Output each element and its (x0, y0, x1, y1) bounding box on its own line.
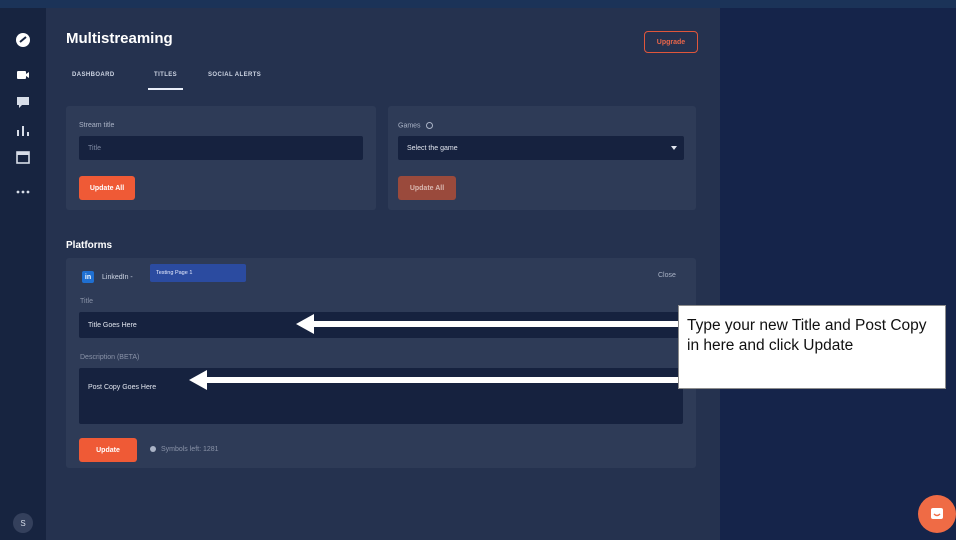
tab-social-alerts[interactable]: SOCIAL ALERTS (208, 70, 261, 90)
platforms-heading: Platforms (66, 240, 113, 251)
info-icon (150, 446, 156, 453)
symbols-left-text: Symbols left: 1281 (160, 446, 219, 453)
tab-titles[interactable]: TITLES (148, 70, 184, 90)
game-select[interactable]: Select the game (398, 136, 684, 160)
arrow-head-description (189, 370, 207, 390)
chat-bubble-icon (931, 508, 943, 519)
games-label-text: Games (398, 122, 421, 130)
stream-title-input[interactable]: Title (79, 136, 363, 160)
video-icon[interactable] (13, 65, 33, 85)
avatar-initial: S (20, 518, 26, 528)
update-button[interactable]: Update (79, 438, 137, 462)
stream-title-label: Stream title (79, 122, 115, 129)
stream-update-all-button[interactable]: Update All (79, 176, 135, 200)
title-field-label: Title (80, 298, 93, 305)
games-update-all-button[interactable]: Update All (398, 176, 456, 200)
page-title: Multistreaming (66, 30, 173, 47)
more-icon[interactable] (13, 182, 33, 202)
chart-icon[interactable] (13, 120, 33, 140)
help-icon (425, 122, 433, 129)
page-select-chip[interactable]: Testing Page 1 (150, 264, 246, 282)
game-select-value: Select the game (407, 144, 458, 152)
arrow-to-description (206, 377, 679, 383)
description-field-label: Description (BETA) (80, 354, 140, 361)
top-bar (0, 0, 956, 8)
platform-name-text: LinkedIn (102, 274, 129, 281)
right-pane (720, 8, 956, 540)
symbols-left-status: Symbols left: 1281 (150, 446, 219, 453)
upgrade-button[interactable]: Upgrade (644, 31, 698, 53)
linkedin-icon: in (82, 271, 94, 283)
tab-dashboard[interactable]: DASHBOARD (72, 70, 115, 90)
arrow-to-title (313, 321, 679, 327)
stream-title-card: Stream title Title Update All (66, 106, 376, 210)
chat-icon[interactable] (13, 92, 33, 112)
games-card: Games Select the game Update All (388, 106, 696, 210)
games-label: Games (398, 122, 433, 129)
main-panel: Multistreaming Upgrade DASHBOARD TITLES … (46, 8, 720, 540)
instruction-callout: Type your new Title and Post Copy in her… (678, 305, 946, 389)
logo-icon[interactable] (13, 30, 33, 50)
platform-card: in LinkedIn - Testing Page 1 Close Title… (66, 258, 696, 468)
avatar[interactable]: S (13, 513, 33, 533)
separator: - (130, 274, 133, 281)
close-button[interactable]: Close (658, 272, 676, 279)
chat-widget-button[interactable] (918, 495, 956, 533)
calendar-icon[interactable] (13, 147, 33, 167)
platform-name: LinkedIn - (102, 274, 133, 281)
left-rail: S (0, 8, 46, 540)
arrow-head-title (296, 314, 314, 334)
caret-down-icon (671, 146, 677, 150)
